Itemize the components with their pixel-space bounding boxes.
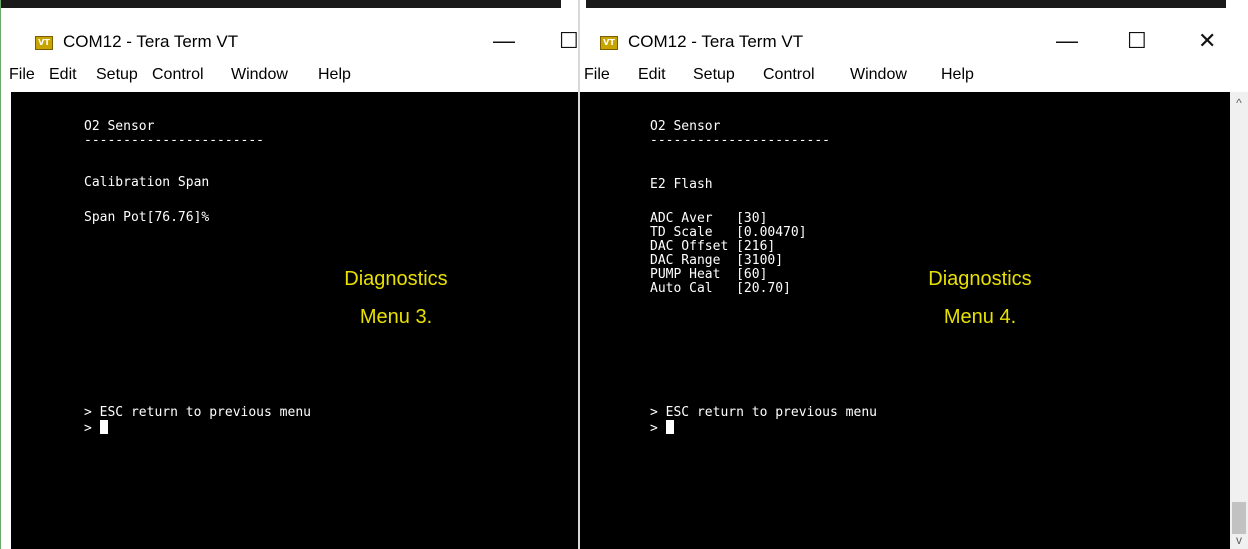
left-terminal-screen[interactable]: O2 Sensor ----------------------- Calibr… xyxy=(11,92,578,549)
left-minimize-button[interactable]: — xyxy=(493,28,515,54)
param-dac-range: DAC Range [3100] xyxy=(650,253,784,268)
terminal-esc-hint: > ESC return to previous menu xyxy=(650,405,877,420)
menu-help[interactable]: Help xyxy=(318,62,351,88)
text-cursor xyxy=(665,420,674,434)
overlay-menu-label: Menu 3. xyxy=(359,306,433,328)
scroll-down-icon[interactable]: v xyxy=(1230,533,1248,547)
right-window-title: COM12 - Tera Term VT xyxy=(628,32,804,51)
terminal-heading: O2 Sensor xyxy=(84,119,155,134)
right-close-button[interactable]: ✕ xyxy=(1198,28,1216,54)
terminal-prompt[interactable]: > xyxy=(84,420,108,436)
menu-window[interactable]: Window xyxy=(231,62,288,88)
terminal-menu-name: Calibration Span xyxy=(84,175,210,190)
right-terminal-screen[interactable]: O2 Sensor ----------------------- E2 Fla… xyxy=(580,92,1230,549)
left-title-bar[interactable]: VT COM12 - Tera Term VT — ☐ xyxy=(1,8,578,58)
terminal-prompt[interactable]: > xyxy=(650,420,674,436)
left-maximize-button[interactable]: ☐ xyxy=(559,28,578,54)
background-strip xyxy=(586,0,1226,8)
background-strip xyxy=(1,0,561,8)
menu-help[interactable]: Help xyxy=(941,62,974,88)
left-menu-bar: File Edit Setup Control Window Help xyxy=(1,62,578,90)
right-maximize-button[interactable]: ☐ xyxy=(1127,28,1147,54)
terminal-span-pot: Span Pot[76.76]% xyxy=(84,210,210,225)
right-minimize-button[interactable]: — xyxy=(1056,28,1078,54)
menu-file[interactable]: File xyxy=(9,62,35,88)
menu-control[interactable]: Control xyxy=(152,62,204,88)
menu-setup[interactable]: Setup xyxy=(693,62,735,88)
terminal-separator: ----------------------- xyxy=(650,133,831,148)
menu-setup[interactable]: Setup xyxy=(96,62,138,88)
left-terminal-window: VT COM12 - Tera Term VT — ☐ File Edit Se… xyxy=(0,0,578,549)
right-title-bar[interactable]: VT COM12 - Tera Term VT — ☐ ✕ xyxy=(580,8,1248,58)
terminal-separator: ----------------------- xyxy=(84,133,265,148)
left-window-title: COM12 - Tera Term VT xyxy=(63,32,239,51)
terminal-heading: O2 Sensor xyxy=(650,119,721,134)
prompt-symbol: > xyxy=(650,421,658,436)
right-menu-bar: File Edit Setup Control Window Help xyxy=(580,62,1248,90)
overlay-menu-label: Menu 4. xyxy=(943,306,1017,328)
tera-term-app-icon[interactable]: VT xyxy=(600,36,618,50)
terminal-esc-hint: > ESC return to previous menu xyxy=(84,405,311,420)
vertical-scrollbar[interactable]: ^ v xyxy=(1230,92,1248,549)
right-terminal-window: VT COM12 - Tera Term VT — ☐ ✕ File Edit … xyxy=(580,0,1248,549)
scroll-up-icon[interactable]: ^ xyxy=(1230,96,1248,110)
menu-window[interactable]: Window xyxy=(850,62,907,88)
param-pump-heat: PUMP Heat [60] xyxy=(650,267,768,282)
param-td-scale: TD Scale [0.00470] xyxy=(650,225,807,240)
param-auto-cal: Auto Cal [20.70] xyxy=(650,281,791,296)
menu-edit[interactable]: Edit xyxy=(638,62,666,88)
text-cursor xyxy=(99,420,108,434)
tera-term-app-icon[interactable]: VT xyxy=(35,36,53,50)
param-dac-offset: DAC Offset [216] xyxy=(650,239,776,254)
scroll-thumb[interactable] xyxy=(1232,502,1246,534)
param-adc-aver: ADC Aver [30] xyxy=(650,211,768,226)
prompt-symbol: > xyxy=(84,421,92,436)
menu-edit[interactable]: Edit xyxy=(49,62,77,88)
menu-file[interactable]: File xyxy=(584,62,610,88)
overlay-diagnostics-label: Diagnostics xyxy=(344,268,448,290)
terminal-menu-name: E2 Flash xyxy=(650,177,713,192)
menu-control[interactable]: Control xyxy=(763,62,815,88)
overlay-diagnostics-label: Diagnostics xyxy=(928,268,1032,290)
